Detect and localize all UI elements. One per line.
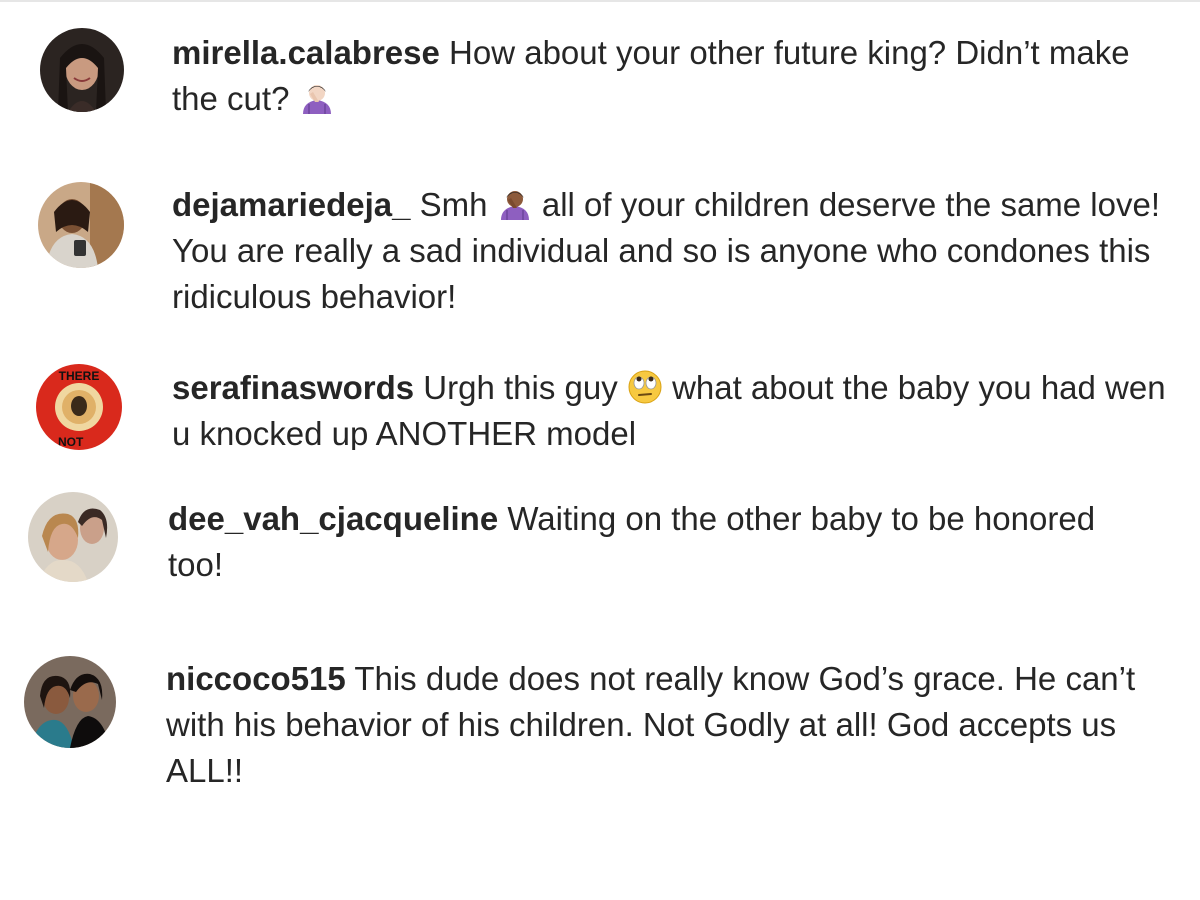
svg-text:NOT: NOT (58, 435, 84, 449)
face-with-rolling-eyes-icon (627, 369, 663, 405)
person-facepalming-medium-dark-icon (497, 186, 533, 222)
comment-username[interactable]: mirella.calabrese (172, 34, 440, 71)
comment-username[interactable]: niccoco515 (166, 660, 346, 697)
avatar[interactable] (38, 182, 124, 268)
avatar-image-icon (40, 28, 124, 112)
avatar[interactable]: THERE NOT (36, 364, 122, 450)
avatar[interactable] (40, 28, 124, 112)
comment-username[interactable]: dejamariedeja_ (172, 186, 410, 223)
comment-item: niccoco515 This dude does not really kno… (0, 640, 1200, 840)
comment-item: THERE NOT serafinaswords Urgh this guy w… (0, 360, 1200, 450)
avatar[interactable] (28, 492, 118, 582)
comment-text: dee_vah_cjacqueline Waiting on the other… (168, 496, 1158, 588)
comment-text: serafinaswords Urgh this guy what about … (172, 365, 1182, 450)
comment-item: mirella.calabrese How about your other f… (0, 0, 1200, 150)
comment-text: niccoco515 This dude does not really kno… (166, 656, 1200, 794)
person-facepalming-light-icon (299, 80, 335, 116)
avatar-image-icon (24, 656, 116, 748)
avatar-image-icon (28, 492, 118, 582)
comment-clip: THERE NOT serafinaswords Urgh this guy w… (0, 360, 1200, 450)
avatar-image-icon: THERE NOT (36, 364, 122, 450)
comment-text: mirella.calabrese How about your other f… (172, 30, 1162, 122)
comment-username[interactable]: dee_vah_cjacqueline (168, 500, 498, 537)
avatar[interactable] (24, 656, 116, 748)
svg-text:THERE: THERE (59, 369, 100, 383)
comment-text: dejamariedeja_ Smh all of your children … (172, 182, 1162, 320)
comment-body: Urgh this guy (423, 369, 618, 406)
avatar-image-icon (38, 182, 124, 268)
comment-item: dejamariedeja_ Smh all of your children … (0, 150, 1200, 350)
comment-item: dee_vah_cjacqueline Waiting on the other… (0, 470, 1200, 620)
comment-body: Smh (419, 186, 488, 223)
comment-username[interactable]: serafinaswords (172, 369, 414, 406)
